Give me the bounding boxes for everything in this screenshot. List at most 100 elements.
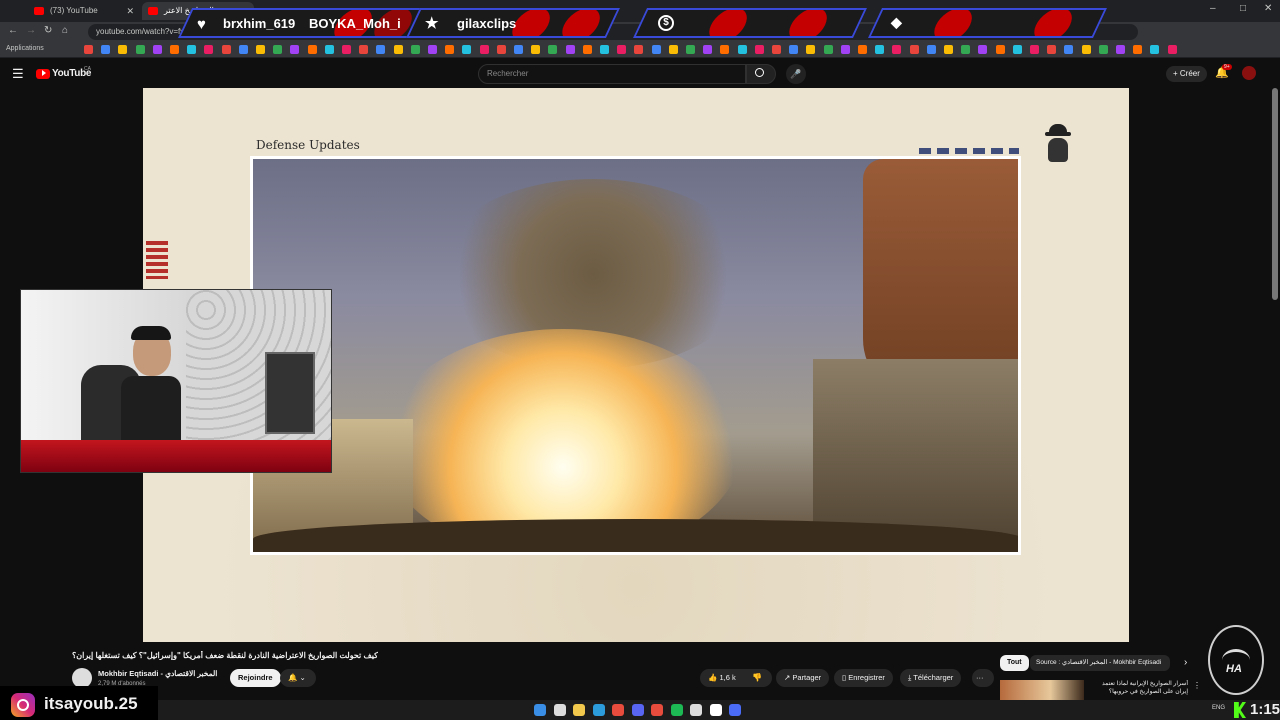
taskbar-app-icon[interactable] bbox=[631, 704, 644, 716]
bookmark-favicon-icon[interactable] bbox=[840, 45, 850, 54]
taskbar-app-icon[interactable] bbox=[592, 704, 605, 716]
bookmark-favicon-icon[interactable] bbox=[1030, 45, 1039, 54]
bookmark-favicon-icon[interactable] bbox=[531, 45, 541, 54]
bookmark-favicon-icon[interactable] bbox=[307, 45, 317, 54]
subscribe-bell-button[interactable]: 🔔 ⌄ bbox=[280, 669, 316, 687]
chip-all[interactable]: Tout bbox=[1000, 655, 1029, 671]
bookmark-favicon-icon[interactable] bbox=[875, 45, 885, 54]
bookmark-favicon-icon[interactable] bbox=[445, 45, 455, 54]
taskbar-app-icon[interactable] bbox=[534, 704, 546, 716]
taskbar-app-icon[interactable] bbox=[553, 704, 566, 716]
bookmark-favicon-icon[interactable] bbox=[772, 45, 781, 54]
search-button[interactable] bbox=[746, 64, 776, 84]
bookmark-favicon-icon[interactable] bbox=[944, 45, 953, 54]
bookmark-favicon-icon[interactable] bbox=[892, 45, 902, 54]
bookmark-favicon-icon[interactable] bbox=[1012, 45, 1022, 54]
bookmark-favicon-icon[interactable] bbox=[754, 45, 764, 54]
rec-title[interactable]: أسرار الصواريخ الإيرانية لماذا تعتمد إير… bbox=[1088, 680, 1188, 700]
taskbar-app-icon[interactable] bbox=[670, 704, 683, 716]
bookmark-favicon-icon[interactable] bbox=[1098, 45, 1108, 54]
bookmark-favicon-icon[interactable] bbox=[634, 45, 644, 54]
bookmark-favicon-icon[interactable] bbox=[548, 45, 558, 54]
bookmark-favicon-icon[interactable] bbox=[789, 45, 799, 54]
bookmark-favicon-icon[interactable] bbox=[514, 45, 523, 54]
bookmark-favicon-icon[interactable] bbox=[84, 45, 93, 54]
bookmark-favicon-icon[interactable] bbox=[858, 45, 867, 54]
bookmark-favicon-icon[interactable] bbox=[565, 45, 575, 54]
bookmark-favicon-icon[interactable] bbox=[806, 45, 816, 54]
bookmark-favicon-icon[interactable] bbox=[410, 45, 420, 54]
taskbar-app-icon[interactable] bbox=[612, 704, 624, 716]
more-actions-button[interactable]: ··· bbox=[972, 669, 994, 687]
bookmark-favicon-icon[interactable] bbox=[204, 45, 214, 54]
bookmark-favicon-icon[interactable] bbox=[1064, 45, 1074, 54]
taskbar-app-icon[interactable] bbox=[729, 704, 741, 716]
bookmark-favicon-icon[interactable] bbox=[720, 45, 730, 54]
home-icon[interactable]: ⌂ bbox=[62, 25, 68, 36]
bookmark-favicon-icon[interactable] bbox=[238, 45, 248, 54]
bookmark-favicon-icon[interactable] bbox=[978, 45, 988, 54]
avatar[interactable] bbox=[1242, 66, 1256, 80]
bookmark-favicon-icon[interactable] bbox=[376, 45, 386, 54]
bookmark-favicon-icon[interactable] bbox=[995, 45, 1005, 54]
bookmark-favicon-icon[interactable] bbox=[118, 45, 128, 54]
bookmark-favicon-icon[interactable] bbox=[1150, 45, 1160, 54]
bookmark-favicon-icon[interactable] bbox=[290, 45, 300, 54]
bookmark-favicon-icon[interactable] bbox=[668, 45, 678, 54]
bookmark-favicon-icon[interactable] bbox=[1167, 45, 1177, 54]
bookmark-favicon-icon[interactable] bbox=[273, 45, 283, 54]
bookmark-favicon-icon[interactable] bbox=[582, 45, 592, 54]
bookmark-favicon-icon[interactable] bbox=[703, 45, 713, 54]
bookmark-favicon-icon[interactable] bbox=[221, 45, 231, 54]
taskbar-app-icon[interactable] bbox=[690, 704, 702, 716]
bookmark-favicon-icon[interactable] bbox=[324, 45, 334, 54]
bookmark-favicon-icon[interactable] bbox=[479, 45, 489, 54]
search-input[interactable]: Rechercher bbox=[478, 64, 746, 84]
forward-icon[interactable]: → bbox=[26, 25, 36, 36]
bookmark-favicon-icon[interactable] bbox=[909, 45, 919, 54]
save-button[interactable]: ▯ Enregistrer bbox=[834, 669, 893, 687]
taskbar-app-icon[interactable] bbox=[573, 704, 585, 716]
bookmark-favicon-icon[interactable] bbox=[961, 45, 971, 54]
channel-avatar[interactable] bbox=[72, 668, 92, 688]
bookmark-favicon-icon[interactable] bbox=[428, 45, 437, 54]
minimize-button[interactable]: – bbox=[1210, 3, 1216, 14]
download-button[interactable]: ⤓ Télécharger bbox=[900, 669, 962, 687]
bookmark-favicon-icon[interactable] bbox=[686, 45, 695, 54]
create-button[interactable]: + Créer bbox=[1166, 66, 1207, 82]
bookmark-favicon-icon[interactable] bbox=[1133, 45, 1143, 54]
rec-thumbnail[interactable] bbox=[1000, 680, 1084, 700]
bookmark-favicon-icon[interactable] bbox=[1116, 45, 1125, 54]
chip-source[interactable]: Source : المخبر الاقتصادي - Mokhbir Eqti… bbox=[1030, 655, 1170, 671]
menu-icon[interactable]: ☰ bbox=[12, 66, 24, 82]
maximize-button[interactable]: □ bbox=[1240, 3, 1246, 14]
bookmark-favicon-icon[interactable] bbox=[170, 45, 179, 54]
channel-name[interactable]: Mokhbir Eqtisadi - المخبر الاقتصادي bbox=[98, 669, 217, 678]
bookmark-favicon-icon[interactable] bbox=[462, 45, 472, 54]
bookmark-favicon-icon[interactable] bbox=[651, 45, 661, 54]
bookmark-favicon-icon[interactable] bbox=[187, 45, 197, 54]
share-button[interactable]: ↗ Partager bbox=[776, 669, 830, 687]
bookmark-favicon-icon[interactable] bbox=[823, 45, 833, 54]
taskbar-app-icon[interactable] bbox=[709, 704, 722, 716]
scrollbar-thumb[interactable] bbox=[1272, 88, 1278, 300]
mic-icon[interactable]: 🎤 bbox=[786, 64, 806, 84]
bookmark-favicon-icon[interactable] bbox=[600, 45, 609, 54]
bookmark-apps[interactable]: Applications bbox=[6, 45, 44, 52]
bookmark-favicon-icon[interactable] bbox=[617, 45, 627, 54]
join-button[interactable]: Rejoindre bbox=[230, 669, 281, 687]
close-window-button[interactable]: ✕ bbox=[1264, 3, 1272, 14]
bookmark-favicon-icon[interactable] bbox=[1047, 45, 1057, 54]
bookmark-favicon-icon[interactable] bbox=[359, 45, 369, 54]
reload-icon[interactable]: ↻ bbox=[44, 25, 52, 36]
bookmark-favicon-icon[interactable] bbox=[256, 45, 265, 54]
bookmark-favicon-icon[interactable] bbox=[1081, 45, 1091, 54]
bookmark-favicon-icon[interactable] bbox=[926, 45, 936, 54]
language-indicator[interactable]: ENG bbox=[1212, 705, 1225, 711]
tab-youtube[interactable]: (73) YouTube ✕ bbox=[28, 2, 140, 20]
chevron-right-icon[interactable]: › bbox=[1184, 657, 1187, 668]
close-icon[interactable]: ✕ bbox=[126, 2, 134, 20]
bookmark-favicon-icon[interactable] bbox=[737, 45, 747, 54]
thumbs-down-icon[interactable]: 👎 bbox=[752, 669, 762, 687]
back-icon[interactable]: ← bbox=[8, 25, 18, 36]
